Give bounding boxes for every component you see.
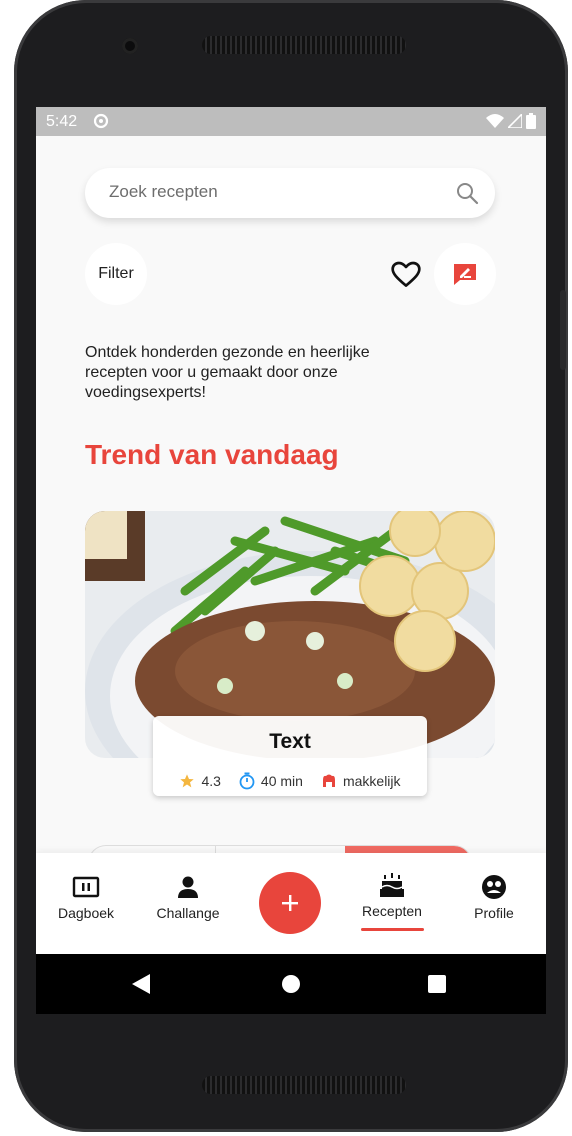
rating: 4.3 [179,773,221,789]
add-button[interactable] [259,872,321,934]
bottom-navigation: Dagboek Challange Recepten Profile [36,853,546,954]
status-icons [486,113,536,129]
nav-item-challange[interactable]: Challange [143,873,233,921]
person-icon [178,876,198,898]
system-navigation-bar [36,954,546,1014]
journal-icon [72,876,100,898]
trend-title: Trend van vandaag [85,439,339,470]
search-input[interactable] [109,182,439,202]
battery-icon [526,113,536,129]
write-review-button[interactable] [434,243,496,305]
difficulty-value: makkelijk [342,773,401,789]
recipe-name: Text [269,730,311,753]
cook-time: 40 min [239,772,303,790]
timer-icon [239,772,255,790]
recent-apps-icon[interactable] [428,975,446,993]
back-icon[interactable] [132,974,150,994]
nav-label-recepten: Recepten [362,903,422,919]
filter-label: Filter [98,265,134,282]
front-camera [122,38,138,54]
nav-label-challange: Challange [156,905,220,921]
status-time: 5:42 [46,113,78,130]
nav-label-profile: Profile [474,905,514,921]
signal-icon [508,114,522,128]
cook-time-value: 40 min [260,773,303,789]
top-speaker [202,36,406,54]
home-icon[interactable] [282,975,300,993]
search-icon[interactable] [455,181,479,205]
nav-item-dagboek[interactable]: Dagboek [41,873,131,921]
difficulty: makkelijk [321,773,401,789]
recipe-info-card[interactable]: Text 4.3 40 min makkelijk [153,716,427,796]
filter-button[interactable]: Filter [85,243,147,305]
edit-message-icon [454,264,476,285]
plus-icon [282,895,298,911]
wifi-icon [486,114,504,128]
recipe-meta: 4.3 40 min makkelijk [153,772,427,790]
star-icon [180,774,195,788]
nav-label-dagboek: Dagboek [57,905,115,921]
intro-text: Ontdek honderden gezonde en heerlijke re… [85,344,370,401]
nav-item-recepten[interactable]: Recepten [347,871,437,919]
search-bar[interactable] [85,168,495,218]
nav-item-profile[interactable]: Profile [449,873,539,921]
cake-icon [380,873,404,897]
app-screen: 5:42 Filter Ontdek honderden gezonde en … [36,107,546,1014]
rating-value: 4.3 [201,773,221,789]
bottom-speaker [202,1076,406,1094]
phone-side-button [560,290,566,370]
profile-icon [482,875,506,899]
status-bar: 5:42 [36,107,546,136]
chef-hat-icon [322,774,335,787]
sync-icon [93,113,109,129]
heart-icon[interactable] [390,259,422,291]
active-nav-indicator [361,928,424,931]
